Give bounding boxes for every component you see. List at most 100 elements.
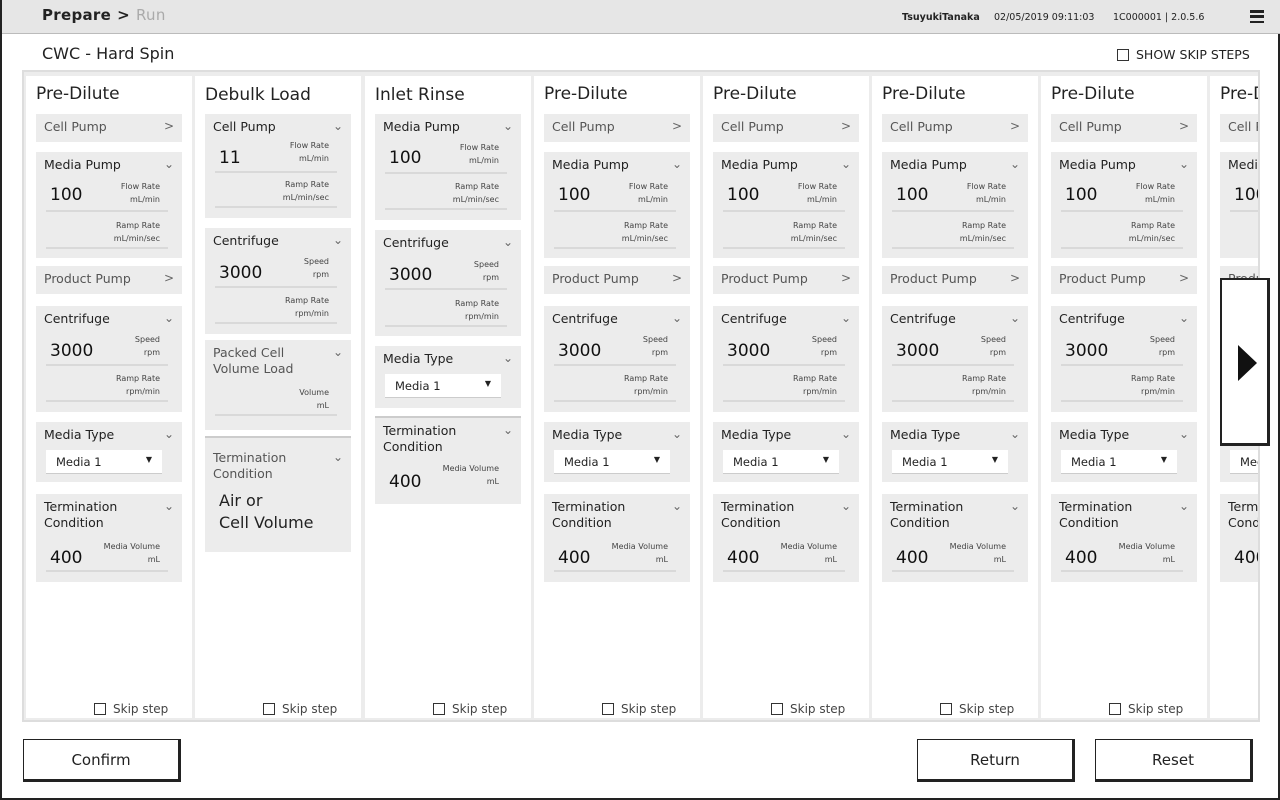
media-flow-value[interactable]: 100 — [50, 185, 82, 205]
chevron-down-icon[interactable]: ⌄ — [333, 233, 343, 247]
media-pump-card[interactable]: Media Pump ⌄ Flow Rate mL/min 100 Ramp Ra… — [713, 152, 859, 258]
centrifuge-card[interactable]: Centrifuge ⌄ Speed rpm 3000 Ramp Rate rpm/… — [882, 306, 1028, 412]
termination-card[interactable]: Termination Condition ⌄ Media Volume mL 40… — [375, 416, 521, 504]
chevron-right-icon[interactable]: > — [1179, 271, 1189, 285]
confirm-button[interactable]: Confirm — [23, 739, 181, 782]
media-type-select[interactable]: Media 1 ▼ — [46, 450, 162, 474]
chevron-right-icon[interactable]: > — [672, 271, 682, 285]
media-flow-value[interactable]: 100 — [1065, 185, 1097, 205]
skip-step-toggle[interactable]: Skip step — [263, 702, 337, 716]
chevron-down-icon[interactable]: ⌄ — [1179, 311, 1189, 325]
chevron-down-icon[interactable]: ⌄ — [1179, 157, 1189, 171]
chevron-down-icon[interactable]: ⌄ — [333, 345, 343, 359]
skip-step-checkbox[interactable] — [263, 703, 275, 715]
media-flow-value[interactable]: 100 — [558, 185, 590, 205]
chevron-right-icon[interactable]: > — [1010, 119, 1020, 133]
return-button[interactable]: Return — [917, 739, 1075, 782]
skip-step-checkbox[interactable] — [1109, 703, 1121, 715]
product-pump-card[interactable]: Product Pump > — [544, 266, 690, 294]
media-type-select[interactable]: Media 1 ▼ — [385, 374, 501, 398]
media-type-select[interactable]: Media 1 ▼ — [1061, 450, 1177, 474]
cell-pump-card[interactable]: Cell Pump > — [1051, 114, 1197, 142]
termination-card[interactable]: TerminationCondition 400 — [1220, 494, 1258, 582]
chevron-down-icon[interactable]: ⌄ — [1010, 311, 1020, 325]
centrifuge-card[interactable]: Centrifuge ⌄ Speed rpm 3000 Ramp Rate rpm/… — [1051, 306, 1197, 412]
termination-card[interactable]: Termination Condition ⌄ Media Volume mL 40… — [544, 494, 690, 582]
chevron-down-icon[interactable]: ⌄ — [672, 157, 682, 171]
media-pump-card[interactable]: Media Pump ⌄ Flow Rate mL/min 100 Ramp Ra… — [544, 152, 690, 258]
centrifuge-speed-value[interactable]: 3000 — [727, 341, 770, 361]
media-type-card[interactable]: Media Type ⌄ Media 1 ▼ — [36, 422, 182, 482]
centrifuge-card[interactable]: Centrifuge ⌄ Speed rpm 3000 Ramp Rate rpm/… — [205, 228, 351, 334]
termination-card[interactable]: Termination Condition ⌄ Media Volume mL 40… — [36, 494, 182, 582]
termination-card[interactable]: Termination Condition ⌄ Media Volume mL 40… — [882, 494, 1028, 582]
skip-step-checkbox[interactable] — [94, 703, 106, 715]
chevron-down-icon[interactable]: ⌄ — [503, 423, 513, 437]
cell-flow-value[interactable]: 11 — [219, 148, 241, 168]
chevron-down-icon[interactable]: ⌄ — [672, 427, 682, 441]
media-type-select[interactable]: Media 1 ▼ — [892, 450, 1008, 474]
cell-pump-card[interactable]: Cell Pump > — [36, 114, 182, 142]
skip-step-checkbox[interactable] — [940, 703, 952, 715]
centrifuge-card[interactable]: Centrifuge ⌄ Speed rpm 3000 Ramp Rate rpm/… — [544, 306, 690, 412]
breadcrumb-run[interactable]: Run — [136, 6, 166, 24]
chevron-down-icon[interactable]: ⌄ — [1010, 427, 1020, 441]
centrifuge-card[interactable]: Centrifuge ⌄ Speed rpm 3000 Ramp Rate rpm/… — [713, 306, 859, 412]
media-type-card[interactable]: Media Type ⌄ Media 1 ▼ — [1051, 422, 1197, 482]
chevron-down-icon[interactable]: ⌄ — [164, 499, 174, 513]
media-type-card[interactable]: Media Type ⌄ Media 1 ▼ — [882, 422, 1028, 482]
centrifuge-speed-value[interactable]: 3000 — [389, 265, 432, 285]
skip-step-toggle[interactable]: Skip step — [94, 702, 168, 716]
termination-volume-value[interactable]: 400 — [558, 548, 590, 568]
media-flow-value[interactable]: 100 — [896, 185, 928, 205]
termination-volume-value[interactable]: 400 — [389, 472, 421, 492]
skip-step-toggle[interactable]: Skip step — [1109, 702, 1183, 716]
skip-step-checkbox[interactable] — [771, 703, 783, 715]
chevron-down-icon[interactable]: ⌄ — [503, 235, 513, 249]
centrifuge-speed-value[interactable]: 3000 — [896, 341, 939, 361]
cell-pump-card[interactable]: Cell Pump ⌄ Flow Rate mL/min 11 Ramp Rate… — [205, 114, 351, 218]
centrifuge-speed-value[interactable]: 3000 — [50, 341, 93, 361]
cell-pump-card[interactable]: Cell Pump > — [713, 114, 859, 142]
chevron-down-icon[interactable]: ⌄ — [1010, 157, 1020, 171]
chevron-down-icon[interactable]: ⌄ — [672, 311, 682, 325]
chevron-down-icon[interactable]: ⌄ — [672, 499, 682, 513]
cell-pump-card[interactable]: Cell Pump > — [882, 114, 1028, 142]
chevron-down-icon[interactable]: ⌄ — [841, 427, 851, 441]
chevron-down-icon[interactable]: ⌄ — [503, 351, 513, 365]
media-pump-card[interactable]: Media Pump ⌄ Flow Rate mL/min 100 Ramp Ra… — [36, 152, 182, 258]
skip-step-toggle[interactable]: Skip step — [433, 702, 507, 716]
reset-button[interactable]: Reset — [1095, 739, 1253, 782]
media-flow-value[interactable]: 100 — [727, 185, 759, 205]
media-type-select[interactable]: Media 1 ▼ — [554, 450, 670, 474]
chevron-right-icon[interactable]: > — [164, 271, 174, 285]
chevron-down-icon[interactable]: ⌄ — [164, 427, 174, 441]
skip-step-checkbox[interactable] — [602, 703, 614, 715]
product-pump-card[interactable]: Product Pump > — [1051, 266, 1197, 294]
media-type-select[interactable]: Media 1 ▼ — [723, 450, 839, 474]
chevron-down-icon[interactable]: ⌄ — [841, 157, 851, 171]
show-skip-steps-toggle[interactable]: SHOW SKIP STEPS — [1117, 47, 1250, 62]
breadcrumb-prepare[interactable]: Prepare — [42, 6, 111, 24]
chevron-down-icon[interactable]: ⌄ — [841, 311, 851, 325]
skip-step-toggle[interactable]: Skip step — [602, 702, 676, 716]
termination-volume-value[interactable]: 400 — [1065, 548, 1097, 568]
skip-step-checkbox[interactable] — [433, 703, 445, 715]
packed-cell-volume-card[interactable]: Packed Cell Volume Load ⌄ Volume mL — [205, 340, 351, 430]
termination-volume-value[interactable]: 400 — [50, 548, 82, 568]
chevron-down-icon[interactable]: ⌄ — [503, 119, 513, 133]
media-type-card[interactable]: Media Type ⌄ Media 1 ▼ — [713, 422, 859, 482]
centrifuge-card[interactable]: Centrifuge ⌄ Speed rpm 3000 Ramp Rate rpm/… — [375, 230, 521, 336]
media-pump-card[interactable]: Media Pump ⌄ Flow Rate mL/min 100 Ramp Ra… — [882, 152, 1028, 258]
show-skip-steps-checkbox[interactable] — [1117, 48, 1129, 61]
chevron-down-icon[interactable]: ⌄ — [164, 311, 174, 325]
chevron-right-icon[interactable]: > — [841, 119, 851, 133]
termination-condition-value[interactable]: Air or Cell Volume — [219, 490, 314, 534]
centrifuge-card[interactable]: Centrifuge ⌄ Speed rpm 3000 Ramp Rate rpm/… — [36, 306, 182, 412]
media-flow-value[interactable]: 100 — [1234, 185, 1258, 205]
cell-pump-card[interactable]: Cell Pump — [1220, 114, 1258, 142]
media-pump-card[interactable]: Media Pump 100 — [1220, 152, 1258, 258]
chevron-down-icon[interactable]: ⌄ — [1179, 427, 1189, 441]
media-pump-card[interactable]: Media Pump ⌄ Flow Rate mL/min 100 Ramp Ra… — [1051, 152, 1197, 258]
termination-volume-value[interactable]: 400 — [1234, 548, 1258, 568]
